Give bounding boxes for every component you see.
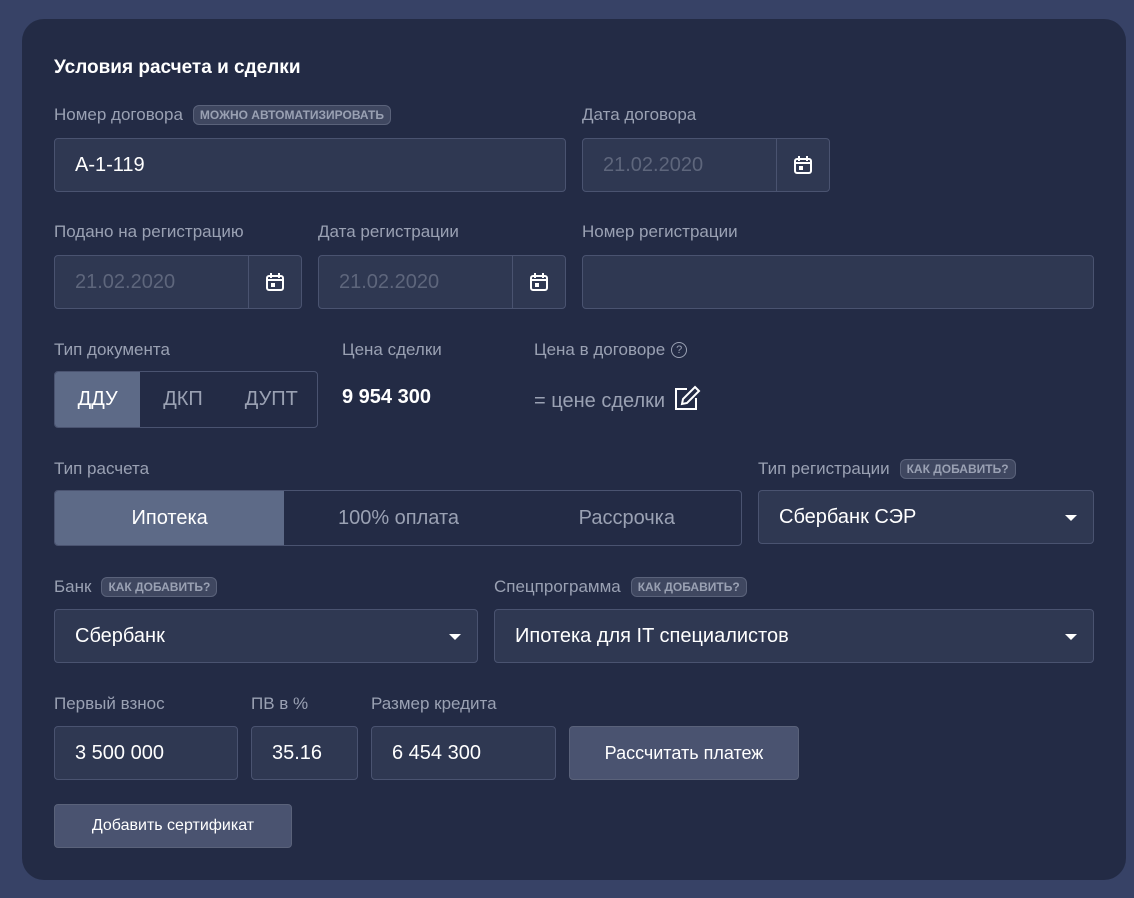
select-value: Ипотека для IT специалистов [515,624,789,647]
contract-date-input[interactable]: 21.02.2020 [582,138,830,192]
contract-price-label: Цена в договоре? [534,340,688,360]
calc-type-selector: Ипотека 100% оплата Рассрочка [54,490,742,546]
doc-type-label: Тип документа [54,340,170,359]
submitted-label: Подано на регистрацию [54,222,244,241]
label-text: Цена в договоре [534,340,666,359]
help-icon[interactable]: ? [671,342,688,358]
add-certificate-button[interactable]: Добавить сертификат [54,804,292,848]
select-value: Сбербанк [75,624,165,647]
reg-type-select[interactable]: Сбербанк СЭР [758,490,1094,544]
select-value: Сбербанк СЭР [779,505,917,528]
section-title: Условия расчета и сделки [54,57,301,78]
reg-number-input[interactable] [582,255,1094,309]
how-to-add-badge[interactable]: Как добавить? [101,577,218,597]
automate-badge[interactable]: Можно автоматизировать [192,105,391,125]
date-placeholder: 21.02.2020 [603,153,704,176]
reg-type-label: Тип регистрации Как добавить? [758,459,1016,479]
reg-date-input[interactable]: 21.02.2020 [318,255,566,309]
contract-date-label: Дата договора [582,105,697,124]
credit-input[interactable]: 6 454 300 [371,726,556,780]
label-text: Банк [54,577,92,596]
contract-price-value: = цене сделки [534,385,701,417]
calc-type-full-payment[interactable]: 100% оплата [284,491,512,545]
dp-percent-input[interactable]: 35.16 [251,726,358,780]
down-payment-label: Первый взнос [54,694,165,713]
contract-number-label: Номер договора Можно автоматизировать [54,105,391,125]
doc-type-ddu[interactable]: ДДУ [55,372,141,427]
calculate-payment-button[interactable]: Рассчитать платеж [569,726,799,780]
doc-type-dupt[interactable]: ДУПТ [226,372,317,427]
label-text: Тип регистрации [758,459,890,478]
reg-number-label: Номер регистрации [582,222,738,241]
label-text: Номер договора [54,105,183,124]
reg-date-label: Дата регистрации [318,222,459,241]
date-placeholder: 21.02.2020 [75,270,176,293]
program-select[interactable]: Ипотека для IT специалистов [494,609,1094,663]
doc-type-selector: ДДУ ДКП ДУПТ [54,371,318,428]
deal-price-value: 9 954 300 [342,386,431,408]
calc-type-mortgage[interactable]: Ипотека [55,491,285,545]
calendar-icon[interactable] [248,256,301,308]
deal-price-label: Цена сделки [342,340,442,359]
program-label: Спецпрограмма Как добавить? [494,577,747,597]
calendar-icon[interactable] [776,139,829,191]
down-payment-input[interactable]: 3 500 000 [54,726,238,780]
doc-type-dkp[interactable]: ДКП [140,372,225,427]
date-placeholder: 21.02.2020 [339,270,440,293]
calendar-icon[interactable] [512,256,565,308]
contract-number-input[interactable]: А-1-119 [54,138,566,192]
chevron-down-icon [1065,515,1077,521]
label-text: Спецпрограмма [494,577,621,596]
bank-select[interactable]: Сбербанк [54,609,478,663]
calc-type-installment[interactable]: Рассрочка [513,491,741,545]
calc-type-label: Тип расчета [54,459,150,478]
chevron-down-icon [1065,634,1077,640]
edit-icon[interactable] [673,385,701,417]
how-to-add-badge[interactable]: Как добавить? [899,459,1016,479]
credit-label: Размер кредита [371,694,497,713]
dp-percent-label: ПВ в % [251,694,309,713]
chevron-down-icon [449,634,461,640]
submitted-date-input[interactable]: 21.02.2020 [54,255,302,309]
bank-label: Банк Как добавить? [54,577,218,597]
how-to-add-badge[interactable]: Как добавить? [630,577,747,597]
contract-price-text: = цене сделки [534,389,666,412]
